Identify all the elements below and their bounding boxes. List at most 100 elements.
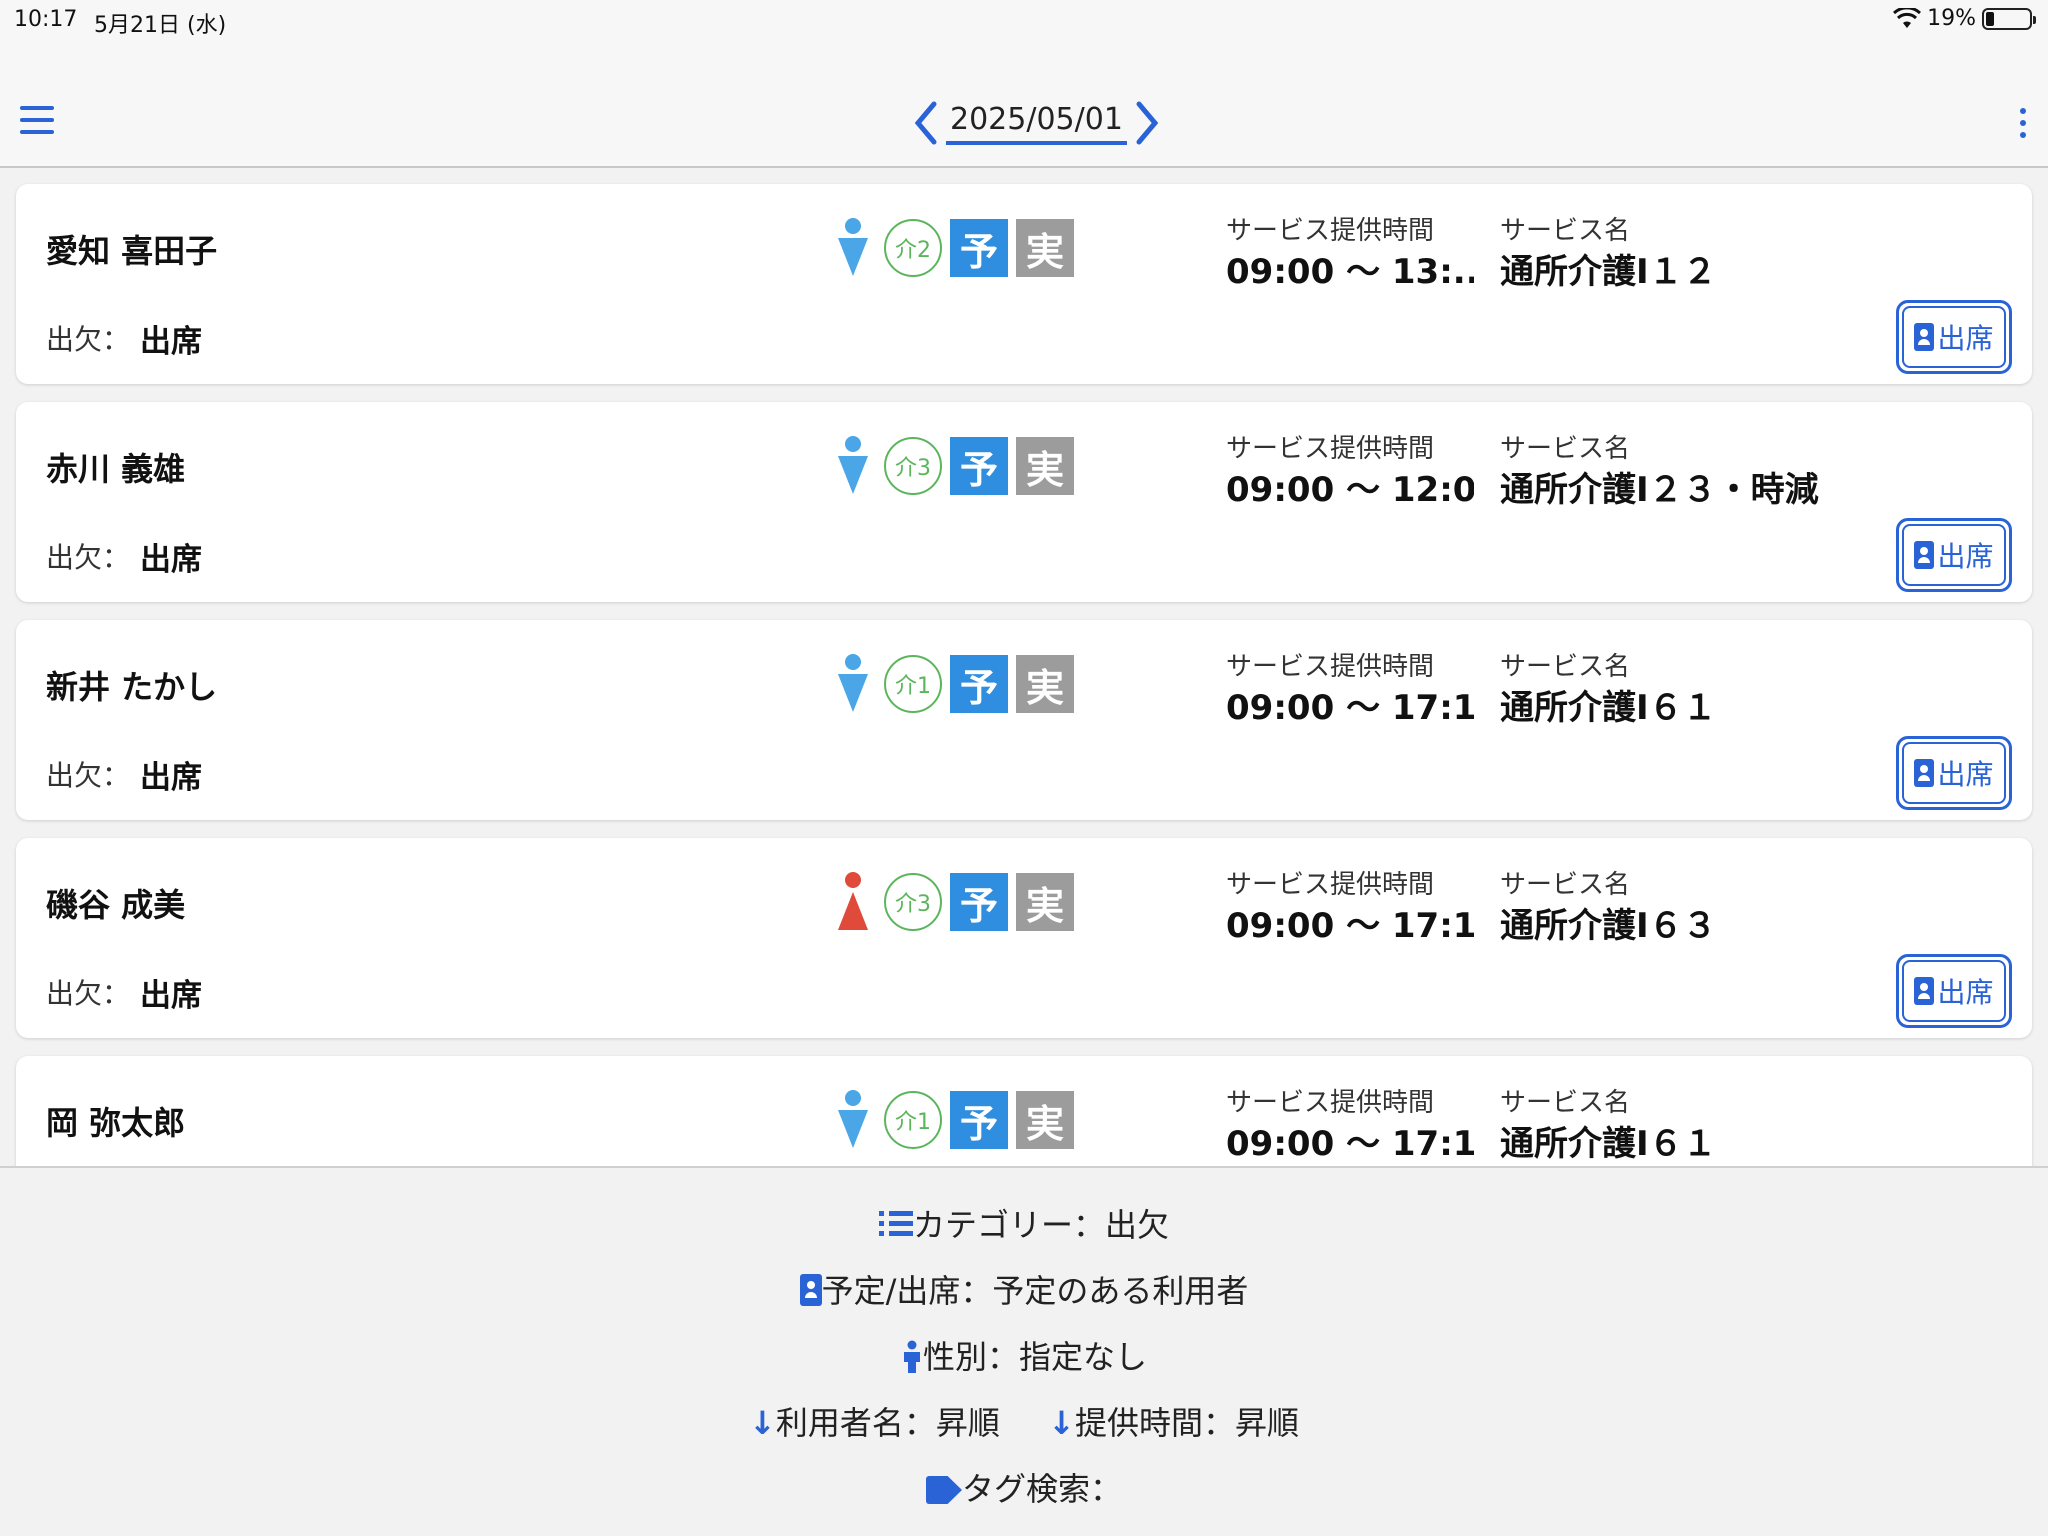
- resident-card[interactable]: 磯谷 成美 介3 予 実 サービス提供時間 09:00 〜 17:10 サービス…: [16, 838, 2032, 1038]
- actual-badge[interactable]: 実: [1016, 873, 1074, 931]
- tag-icon: [925, 1476, 962, 1504]
- battery-icon: [1982, 7, 2036, 30]
- resident-name: 磯谷 成美: [46, 886, 186, 924]
- attend-button[interactable]: 出席: [1896, 736, 2012, 810]
- service-time: 09:00 〜 12:00: [1226, 470, 1474, 510]
- filter-sort[interactable]: ↓利用者名：昇順 ↓提供時間：昇順: [0, 1398, 2048, 1444]
- hamburger-menu-icon[interactable]: [20, 106, 54, 134]
- resident-card[interactable]: 愛知 喜田子 介2 予 実 サービス提供時間 09:00 〜 13:... サー…: [16, 184, 2032, 384]
- service-name: 通所介護Ⅰ１２: [1500, 252, 1717, 292]
- service-time-label: サービス提供時間: [1226, 652, 1435, 682]
- attendance-label: 出欠：: [46, 541, 131, 574]
- filter-sort-name-text: 利用者名：昇順: [775, 1404, 1000, 1442]
- status-date: 5月21日 (水): [94, 13, 227, 38]
- care-level-badge: 介3: [884, 873, 942, 931]
- male-icon: [836, 436, 870, 496]
- actual-badge[interactable]: 実: [1016, 655, 1074, 713]
- service-name: 通所介護Ⅰ２３・時減: [1500, 470, 1819, 510]
- service-name-label: サービス名: [1500, 434, 1631, 464]
- resident-name: 新井 たかし: [46, 668, 218, 706]
- attendance-value: 出席: [140, 324, 202, 360]
- attendance-label: 出欠：: [46, 977, 131, 1010]
- chevron-left-icon[interactable]: [908, 98, 944, 148]
- date-navigator: 2025/05/01: [908, 98, 1165, 148]
- status-right: 19%: [1893, 6, 2036, 31]
- plan-badge[interactable]: 予: [950, 1091, 1008, 1149]
- service-time: 09:00 〜 17:10: [1226, 906, 1474, 946]
- service-time: 09:00 〜 17:10: [1226, 1124, 1474, 1164]
- filter-gender-text: 性別：指定なし: [922, 1338, 1147, 1376]
- filter-gender[interactable]: 性別：指定なし: [0, 1332, 2048, 1378]
- service-time-label: サービス提供時間: [1226, 1088, 1435, 1118]
- attendance-value: 出席: [140, 542, 202, 578]
- filter-category-text: カテゴリー：出欠: [912, 1206, 1169, 1244]
- attend-button-label: 出席: [1937, 322, 1994, 355]
- service-name: 通所介護Ⅰ６３: [1500, 906, 1717, 946]
- status-time: 10:17: [14, 7, 78, 32]
- filter-tag-text: タグ検索：: [961, 1470, 1122, 1508]
- service-name-label: サービス名: [1500, 1088, 1631, 1118]
- status-icons: 介3 予 実: [836, 872, 1082, 932]
- service-time: 09:00 〜 17:10: [1226, 688, 1474, 728]
- plan-badge[interactable]: 予: [950, 219, 1008, 277]
- service-time: 09:00 〜 13:...: [1226, 252, 1474, 292]
- care-level-badge: 介3: [884, 437, 942, 495]
- resident-name: 愛知 喜田子: [46, 232, 218, 270]
- service-name: 通所介護Ⅰ６１: [1500, 1124, 1717, 1164]
- plan-badge[interactable]: 予: [950, 873, 1008, 931]
- battery-percent: 19%: [1927, 6, 1976, 31]
- attend-button[interactable]: 出席: [1896, 300, 2012, 374]
- filter-plan-attendance[interactable]: 予定/出席：予定のある利用者: [0, 1266, 2048, 1312]
- female-icon: [836, 872, 870, 932]
- status-icons: 介1 予 実: [836, 1090, 1082, 1150]
- male-icon: [836, 1090, 870, 1150]
- id-badge-icon: [1914, 759, 1935, 787]
- id-badge-icon: [1914, 323, 1935, 351]
- service-time-label: サービス提供時間: [1226, 870, 1435, 900]
- app-header: 2025/05/01: [0, 40, 2048, 168]
- status-icons: 介1 予 実: [836, 654, 1082, 714]
- resident-name: 岡 弥太郎: [46, 1104, 186, 1142]
- person-icon: [903, 1340, 920, 1373]
- service-name: 通所介護Ⅰ６１: [1500, 688, 1717, 728]
- filter-tag-search[interactable]: タグ検索：: [0, 1464, 2048, 1510]
- more-options-icon[interactable]: [2018, 108, 2028, 138]
- status-icons: 介3 予 実: [836, 436, 1082, 496]
- id-badge-icon: [1914, 977, 1935, 1005]
- plan-badge[interactable]: 予: [950, 437, 1008, 495]
- care-level-badge: 介2: [884, 219, 942, 277]
- id-badge-icon: [1914, 541, 1935, 569]
- resident-card[interactable]: 新井 たかし 介1 予 実 サービス提供時間 09:00 〜 17:10 サービ…: [16, 620, 2032, 820]
- plan-badge[interactable]: 予: [950, 655, 1008, 713]
- male-icon: [836, 218, 870, 278]
- chevron-right-icon[interactable]: [1129, 98, 1165, 148]
- filter-category[interactable]: カテゴリー：出欠: [0, 1200, 2048, 1246]
- status-bar: 10:17 5月21日 (水) 19%: [0, 0, 2048, 40]
- actual-badge[interactable]: 実: [1016, 1091, 1074, 1149]
- service-name-label: サービス名: [1500, 216, 1631, 246]
- filter-sort-time-text: 提供時間：昇順: [1074, 1404, 1299, 1442]
- resident-card[interactable]: 赤川 義雄 介3 予 実 サービス提供時間 09:00 〜 12:00 サービス…: [16, 402, 2032, 602]
- sort-alpha-icon: ↓: [749, 1404, 776, 1442]
- filter-summary-panel[interactable]: カテゴリー：出欠 予定/出席：予定のある利用者 性別：指定なし ↓利用者名：昇順…: [0, 1166, 2048, 1536]
- attendance-value: 出席: [140, 760, 202, 796]
- status-icons: 介2 予 実: [836, 218, 1082, 278]
- id-badge-icon: [799, 1274, 822, 1306]
- actual-badge[interactable]: 実: [1016, 437, 1074, 495]
- resident-card[interactable]: 岡 弥太郎 介1 予 実 サービス提供時間 09:00 〜 17:10 サービス…: [16, 1056, 2032, 1166]
- current-date[interactable]: 2025/05/01: [946, 102, 1127, 145]
- attend-button[interactable]: 出席: [1896, 954, 2012, 1028]
- attend-button[interactable]: 出席: [1896, 518, 2012, 592]
- attendance-label: 出欠：: [46, 323, 131, 356]
- sort-numeric-icon: ↓: [1048, 1404, 1075, 1442]
- service-name-label: サービス名: [1500, 870, 1631, 900]
- actual-badge[interactable]: 実: [1016, 219, 1074, 277]
- service-name-label: サービス名: [1500, 652, 1631, 682]
- male-icon: [836, 654, 870, 714]
- resident-list[interactable]: 愛知 喜田子 介2 予 実 サービス提供時間 09:00 〜 13:... サー…: [0, 170, 2048, 1166]
- service-time-label: サービス提供時間: [1226, 216, 1435, 246]
- resident-name: 赤川 義雄: [46, 450, 186, 488]
- wifi-icon: [1893, 7, 1922, 28]
- attend-button-label: 出席: [1937, 540, 1994, 573]
- care-level-badge: 介1: [884, 1091, 942, 1149]
